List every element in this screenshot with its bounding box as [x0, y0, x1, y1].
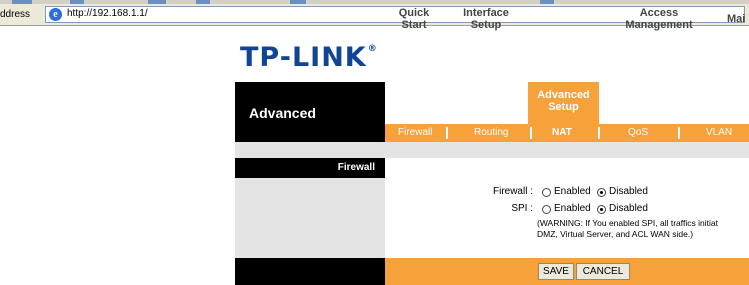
firewall-disabled-radio[interactable] — [597, 188, 606, 197]
subtab-routing[interactable]: Routing — [474, 127, 508, 138]
subtab-divider — [678, 127, 680, 139]
spi-disabled-label: Disabled — [609, 203, 648, 214]
section-title: Firewall — [337, 162, 375, 173]
spi-enabled-radio[interactable] — [542, 205, 551, 214]
page-title: Advanced — [249, 105, 316, 121]
footer-left — [235, 258, 385, 285]
subtab-divider — [598, 127, 600, 139]
firewall-label: Firewall : — [492, 186, 533, 197]
spi-warning-text: (WARNING: If You enabled SPI, all traffi… — [537, 218, 718, 239]
subtab-qos[interactable]: QoS — [628, 127, 648, 138]
subtab-firewall[interactable]: Firewall — [398, 127, 432, 138]
spi-disabled-radio[interactable] — [597, 205, 606, 214]
subtab-vlan[interactable]: VLAN — [706, 127, 732, 138]
section-header: Firewall — [235, 158, 385, 178]
firewall-enabled-label: Enabled — [554, 186, 591, 197]
spi-enabled-label: Enabled — [554, 203, 591, 214]
save-button[interactable]: SAVE — [538, 263, 574, 280]
firewall-enabled-radio[interactable] — [542, 188, 551, 197]
tab-advanced-setup[interactable]: Advanced Setup — [528, 82, 599, 124]
subtab-divider — [446, 127, 448, 139]
spacer-band — [235, 142, 749, 158]
sidebar-panel — [235, 178, 385, 258]
address-label: ddress — [0, 9, 31, 20]
ie-logo-icon: e — [49, 8, 62, 21]
tp-link-logo: TP-LINK® — [240, 42, 378, 73]
firewall-disabled-label: Disabled — [609, 186, 648, 197]
spi-label: SPI : — [511, 203, 533, 214]
cancel-button[interactable]: CANCEL — [576, 263, 630, 280]
subtab-nat[interactable]: NAT — [552, 127, 572, 138]
subtab-divider — [530, 127, 532, 139]
tab-maintenance[interactable]: Mai — [727, 13, 749, 25]
url-text: http://192.168.1.1/ — [67, 8, 148, 19]
tab-interface-setup[interactable]: Interface Setup — [455, 7, 517, 31]
tab-quick-start[interactable]: Quick Start — [388, 7, 440, 31]
tab-access-management[interactable]: Access Management — [609, 7, 709, 31]
